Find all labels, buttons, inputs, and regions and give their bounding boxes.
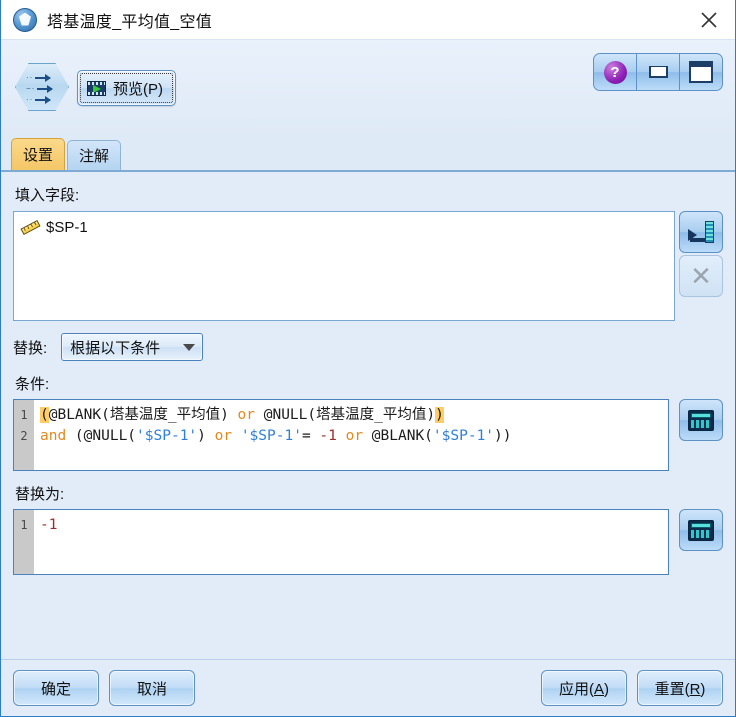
ok-button-label: 确定 <box>40 680 71 698</box>
tab-settings-label: 设置 <box>23 147 54 164</box>
apply-button[interactable]: 应用(A) <box>541 670 627 706</box>
help-button[interactable]: ? <box>593 53 637 91</box>
condition-label: 条件: <box>15 376 50 393</box>
replace-mode-value: 根据以下条件 <box>70 339 161 357</box>
window-title: 塔基温度_平均值_空值 <box>47 13 213 31</box>
condition-editor[interactable]: 12 (@BLANK(塔基温度_平均值) or @NULL(塔基温度_平均值))… <box>13 399 669 471</box>
preview-button[interactable]: 预览(P) <box>77 70 176 106</box>
filler-node-icon: ·· −· ·· <box>13 59 71 117</box>
minimize-icon <box>648 66 668 78</box>
replace-with-row: 1 -1 <box>13 509 723 575</box>
fill-fields-buttons: ✕ <box>679 211 723 297</box>
replace-with-editor[interactable]: 1 -1 <box>13 509 669 575</box>
tab-annotations-label: 注解 <box>79 148 110 165</box>
condition-expression-builder-button[interactable] <box>679 399 723 441</box>
close-icon[interactable] <box>683 0 735 40</box>
expression-builder-icon <box>688 409 714 431</box>
condition-row: 12 (@BLANK(塔基温度_平均值) or @NULL(塔基温度_平均值))… <box>13 399 723 471</box>
replace-mode-row: 替换: 根据以下条件 <box>13 333 723 361</box>
maximize-button[interactable] <box>679 53 723 91</box>
minimize-button[interactable] <box>636 53 680 91</box>
reset-button[interactable]: 重置(R) <box>637 670 723 706</box>
replace-with-code[interactable]: -1 <box>34 510 668 574</box>
condition-code[interactable]: (@BLANK(塔基温度_平均值) or @NULL(塔基温度_平均值)) an… <box>34 400 668 470</box>
replace-with-label: 替换为: <box>15 486 65 503</box>
expression-builder-icon <box>688 519 714 541</box>
field-clear-button[interactable]: ✕ <box>679 255 723 297</box>
tab-annotations[interactable]: 注解 <box>67 140 122 170</box>
cancel-button[interactable]: 取消 <box>109 670 195 706</box>
ruler-continuous-icon <box>20 219 41 235</box>
fill-fields-label: 填入字段: <box>15 187 80 204</box>
condition-gutter: 12 <box>14 400 34 470</box>
fill-fields-list[interactable]: $SP-1 <box>13 211 675 321</box>
window-control-group: ? <box>593 53 723 91</box>
help-icon: ? <box>603 60 627 84</box>
apply-button-label: 应用(A) <box>558 680 609 698</box>
filler-node-dialog: 塔基温度_平均值_空值 ·· −· ·· 预览(P) ? 设置 注解 填入字段:… <box>0 0 736 717</box>
node-gem-icon <box>13 7 37 32</box>
chevron-down-icon <box>183 343 196 351</box>
ok-button[interactable]: 确定 <box>13 670 99 706</box>
replace-label: 替换: <box>13 339 48 357</box>
field-picker-icon <box>688 221 714 243</box>
film-play-icon <box>87 80 106 96</box>
fill-fields-row: $SP-1 ✕ <box>13 211 723 321</box>
list-item[interactable]: $SP-1 <box>20 218 668 237</box>
preview-button-label: 预览(P) <box>113 80 163 98</box>
title-bar: 塔基温度_平均值_空值 <box>1 0 735 40</box>
field-name: $SP-1 <box>46 219 88 236</box>
field-picker-button[interactable] <box>679 211 723 253</box>
tab-settings[interactable]: 设置 <box>11 138 66 170</box>
clear-x-icon: ✕ <box>690 261 712 291</box>
settings-panel: 填入字段: $SP-1 ✕ 替换: 根据以下条件 条件: 1 2 (@BLANK… <box>1 170 735 659</box>
maximize-icon <box>689 61 713 83</box>
reset-button-label: 重置(R) <box>654 680 706 698</box>
tab-strip: 设置 注解 <box>1 136 735 170</box>
replace-mode-select[interactable]: 根据以下条件 <box>61 333 204 361</box>
dialog-toolbar: ·· −· ·· 预览(P) ? <box>1 40 735 136</box>
replace-expression-builder-button[interactable] <box>679 509 723 551</box>
dialog-footer: 确定 取消 应用(A) 重置(R) <box>1 659 735 716</box>
cancel-button-label: 取消 <box>136 680 167 698</box>
replace-with-gutter: 1 <box>14 510 34 574</box>
